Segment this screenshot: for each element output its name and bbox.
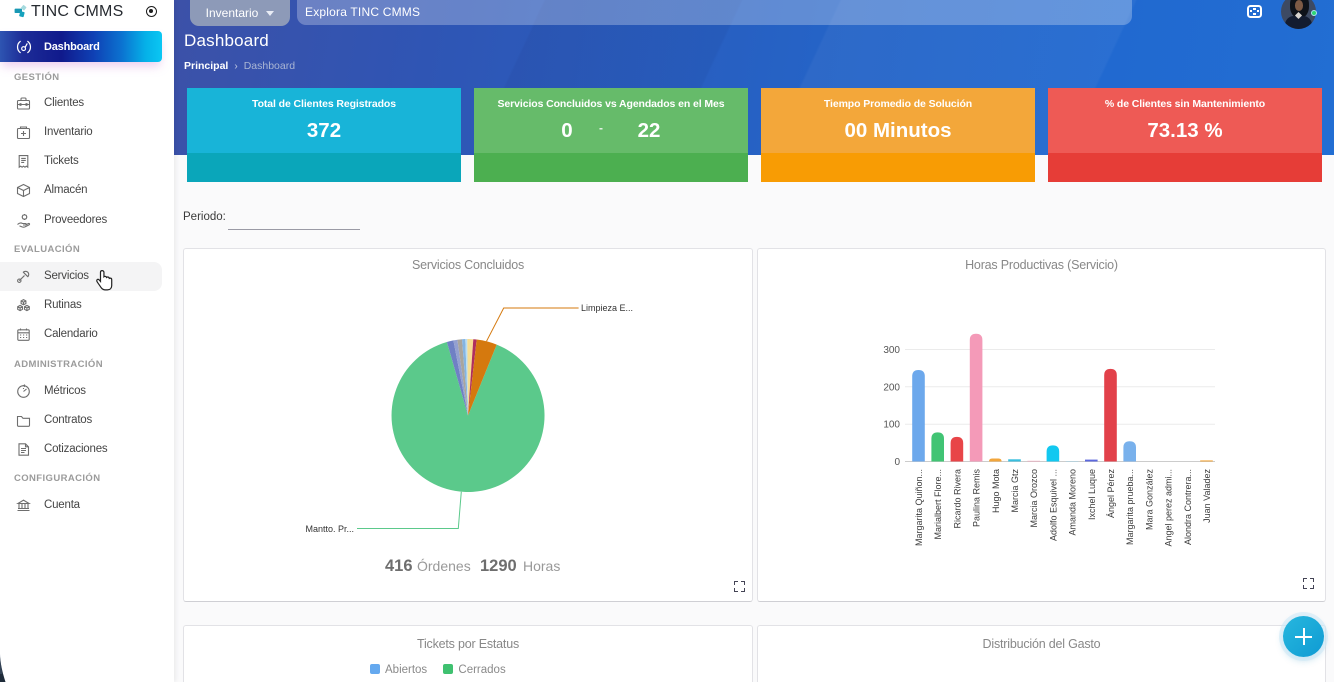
svg-text:Marcia Gtz: Marcia Gtz [1010,469,1020,513]
svg-text:Amanda Moreno: Amanda Moreno [1068,469,1078,536]
svg-text:Margarita prueba...: Margarita prueba... [1125,469,1135,545]
svg-text:100: 100 [883,420,900,431]
svg-text:Adolfo Esquivel ...: Adolfo Esquivel ... [1048,469,1058,541]
svg-text:Mantto. Pr...: Mantto. Pr... [305,524,354,534]
svg-text:Marcia Orozco: Marcia Orozco [1029,469,1039,528]
svg-text:Limpieza E...: Limpieza E... [581,303,633,313]
svg-text:Hugo Mota: Hugo Mota [991,469,1001,513]
svg-text:200: 200 [883,382,900,393]
svg-text:0: 0 [894,457,900,468]
svg-text:Margarita Quiñon...: Margarita Quiñon... [914,469,924,546]
svg-text:Mara González: Mara González [1144,469,1154,531]
svg-text:Horas: Horas [523,558,560,574]
svg-text:416: 416 [385,557,413,575]
svg-text:Angel perez admi...: Angel perez admi... [1164,469,1174,547]
svg-text:Ángel Pérez: Ángel Pérez [1106,469,1116,519]
svg-text:300: 300 [883,345,900,356]
svg-text:Ixchel Luque: Ixchel Luque [1087,469,1097,520]
svg-text:Juan Valadez: Juan Valadez [1202,469,1212,523]
svg-text:Marialbert Flore...: Marialbert Flore... [933,469,943,540]
svg-text:Paulina Remis: Paulina Remis [972,469,982,528]
svg-text:Alondra Contrera...: Alondra Contrera... [1183,469,1193,545]
svg-text:1290: 1290 [480,557,517,575]
svg-text:Ricardo Rivera: Ricardo Rivera [952,469,962,529]
svg-text:Órdenes: Órdenes [417,558,471,574]
